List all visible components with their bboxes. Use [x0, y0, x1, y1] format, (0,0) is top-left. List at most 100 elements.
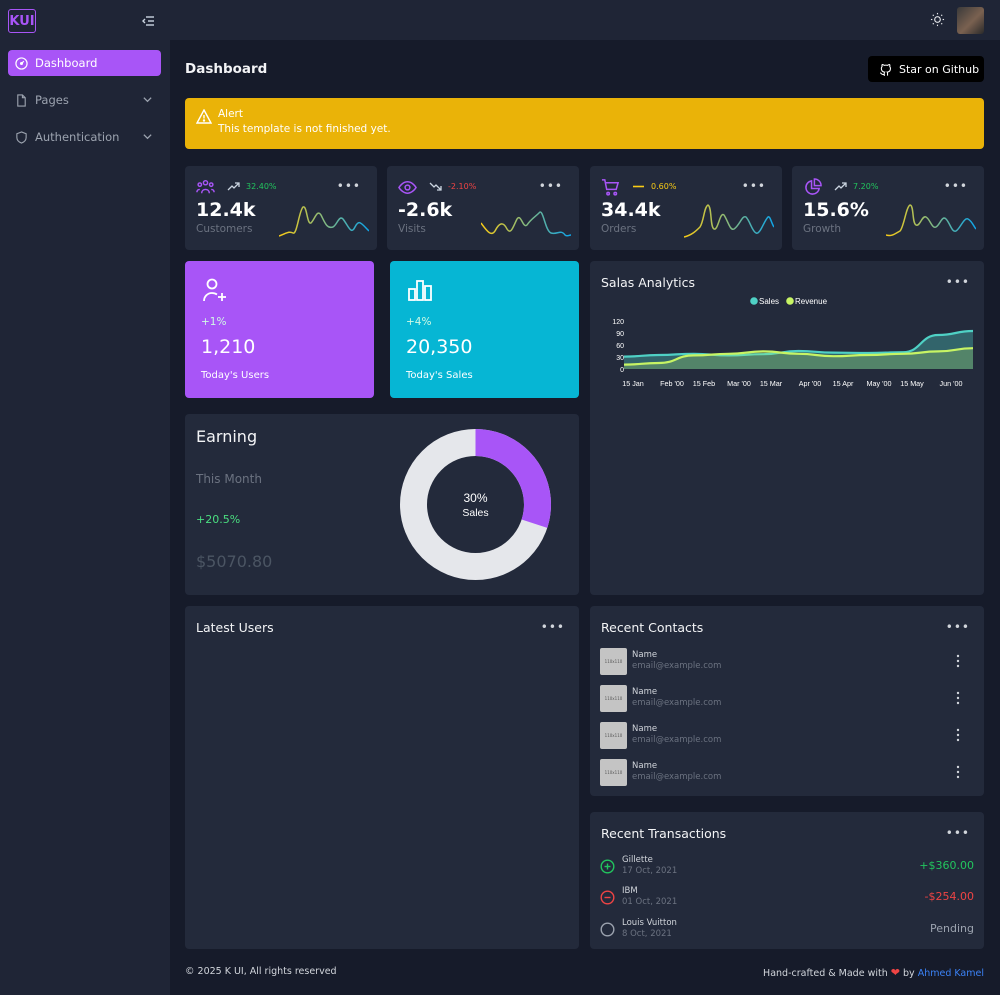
earning-change: +20.5% [196, 513, 241, 526]
footer-by: by [903, 968, 915, 979]
legend-marker [786, 297, 794, 305]
legend-marker [750, 297, 758, 305]
footer-credit: Hand-crafted & Made with ❤ by Ahmed Kame… [763, 966, 984, 979]
cart-icon [601, 179, 620, 196]
stat-card-growth: 7.20% ••• 15.6% Growth [792, 166, 984, 250]
contact-name: Name [632, 724, 658, 734]
heart-icon: ❤ [890, 966, 900, 979]
more-vertical-icon[interactable] [956, 765, 960, 779]
sparkline-chart [684, 204, 774, 238]
sidebar-item-label: Authentication [35, 130, 120, 144]
footer-copyright: © 2025 K UI, All rights reserved [185, 966, 337, 977]
top-bar [170, 0, 1000, 40]
contact-email: email@example.com [632, 661, 722, 671]
sidebar-item-pages[interactable]: Pages [8, 87, 161, 113]
stat-value: 12.4k [196, 199, 256, 221]
users-change: +1% [201, 316, 227, 328]
pie-icon [805, 178, 822, 195]
earning-donut-chart: 30% Sales [400, 429, 551, 580]
app-logo[interactable]: KUI [8, 9, 36, 33]
contact-item[interactable]: 110x110 Name email@example.com [600, 648, 974, 676]
transaction-row[interactable]: Gillette 17 Oct, 2021 +$360.00 [600, 855, 974, 881]
trend-flat-icon [633, 185, 644, 188]
y-tick-label: 30 [616, 355, 624, 362]
legend-label: Sales [759, 297, 779, 306]
contacts-title: Recent Contacts [601, 620, 704, 635]
more-vertical-icon[interactable] [956, 654, 960, 668]
alert-title: Alert [218, 108, 243, 120]
more-options-icon[interactable]: ••• [337, 179, 361, 193]
chevron-down-icon [143, 97, 152, 103]
x-tick-label: 15 Feb [693, 379, 715, 388]
sales-analytics-card: Salas Analytics ••• Sales Revenue 0 30 60 90 1… [590, 261, 984, 595]
trend-up-icon [834, 182, 847, 191]
more-options-icon[interactable]: ••• [742, 179, 766, 193]
y-tick-label: 0 [620, 367, 624, 374]
users-value: 1,210 [201, 336, 256, 358]
star-on-github-button[interactable]: Star on Github [868, 56, 984, 82]
contact-item[interactable]: 110x110 Name email@example.com [600, 759, 974, 787]
user-plus-icon [203, 278, 226, 302]
author-link[interactable]: Ahmed Kamel [918, 968, 984, 979]
recent-transactions-card: Recent Transactions ••• Gillette 17 Oct,… [590, 812, 984, 949]
recent-contacts-card: Recent Contacts ••• 110x110 Name email@e… [590, 606, 984, 796]
sidebar-item-label: Pages [35, 93, 69, 107]
sales-value: 20,350 [406, 336, 473, 358]
page-title: Dashboard [185, 61, 268, 77]
more-options-icon[interactable]: ••• [946, 620, 970, 634]
transaction-row[interactable]: IBM 01 Oct, 2021 -$254.00 [600, 886, 974, 912]
stat-label: Customers [196, 223, 253, 235]
earning-card: Earning This Month +20.5% $5070.80 30% S… [185, 414, 579, 595]
more-options-icon[interactable]: ••• [944, 179, 968, 193]
sidebar-item-authentication[interactable]: Authentication [8, 124, 161, 150]
contact-avatar: 110x110 [600, 685, 627, 712]
stat-value: 34.4k [601, 199, 661, 221]
alert-banner: Alert This template is not finished yet. [185, 98, 984, 149]
chevron-down-icon [143, 134, 152, 140]
more-options-icon[interactable]: ••• [946, 826, 970, 840]
latest-users-card: Latest Users ••• [185, 606, 579, 949]
sidebar-item-dashboard[interactable]: Dashboard [8, 50, 161, 76]
pending-circle-icon [600, 922, 615, 937]
more-options-icon[interactable]: ••• [946, 275, 970, 289]
more-options-icon[interactable]: ••• [541, 620, 565, 634]
stat-card-customers: 32.40% ••• 12.4k Customers [185, 166, 377, 250]
collapse-sidebar-icon[interactable] [140, 13, 156, 29]
contact-email: email@example.com [632, 735, 722, 745]
contact-email: email@example.com [632, 772, 722, 782]
contact-item[interactable]: 110x110 Name email@example.com [600, 685, 974, 713]
x-tick-label: 15 May [900, 379, 924, 388]
x-tick-label: 15 Mar [760, 379, 783, 388]
more-options-icon[interactable]: ••• [539, 179, 563, 193]
theme-toggle-icon[interactable] [930, 12, 945, 27]
transaction-amount: Pending [930, 922, 974, 935]
contact-item[interactable]: 110x110 Name email@example.com [600, 722, 974, 750]
stat-value: -2.6k [398, 199, 453, 221]
x-tick-label: Feb '00 [660, 379, 684, 388]
stat-label: Visits [398, 223, 426, 235]
stat-label: Growth [803, 223, 842, 235]
earning-amount: $5070.80 [196, 552, 273, 571]
eye-icon [398, 181, 417, 194]
users-icon [196, 179, 215, 194]
x-tick-label: Jun '00 [940, 379, 963, 388]
stat-card-orders: 0.60% ••• 34.4k Orders [590, 166, 782, 250]
transaction-row[interactable]: Louis Vuitton 8 Oct, 2021 Pending [600, 918, 974, 944]
shield-icon [15, 130, 28, 144]
latest-users-title: Latest Users [196, 620, 274, 635]
more-vertical-icon[interactable] [956, 728, 960, 742]
x-tick-label: May '00 [867, 379, 892, 388]
stat-change: 32.40% [246, 182, 277, 191]
trend-up-icon [227, 182, 240, 191]
sales-analytics-chart: Sales Revenue 0 30 60 90 120 15 Jan Feb '00 15 Fe… [612, 297, 974, 388]
contact-avatar: 110x110 [600, 648, 627, 675]
stat-value: 15.6% [803, 199, 869, 221]
y-tick-label: 120 [612, 319, 624, 326]
sales-change: +4% [406, 316, 432, 328]
more-vertical-icon[interactable] [956, 691, 960, 705]
x-tick-label: 15 Apr [833, 379, 854, 388]
contact-email: email@example.com [632, 698, 722, 708]
x-tick-label: Mar '00 [727, 379, 751, 388]
user-avatar[interactable] [957, 7, 984, 34]
footer-credit-text: Hand-crafted & Made with [763, 968, 888, 979]
